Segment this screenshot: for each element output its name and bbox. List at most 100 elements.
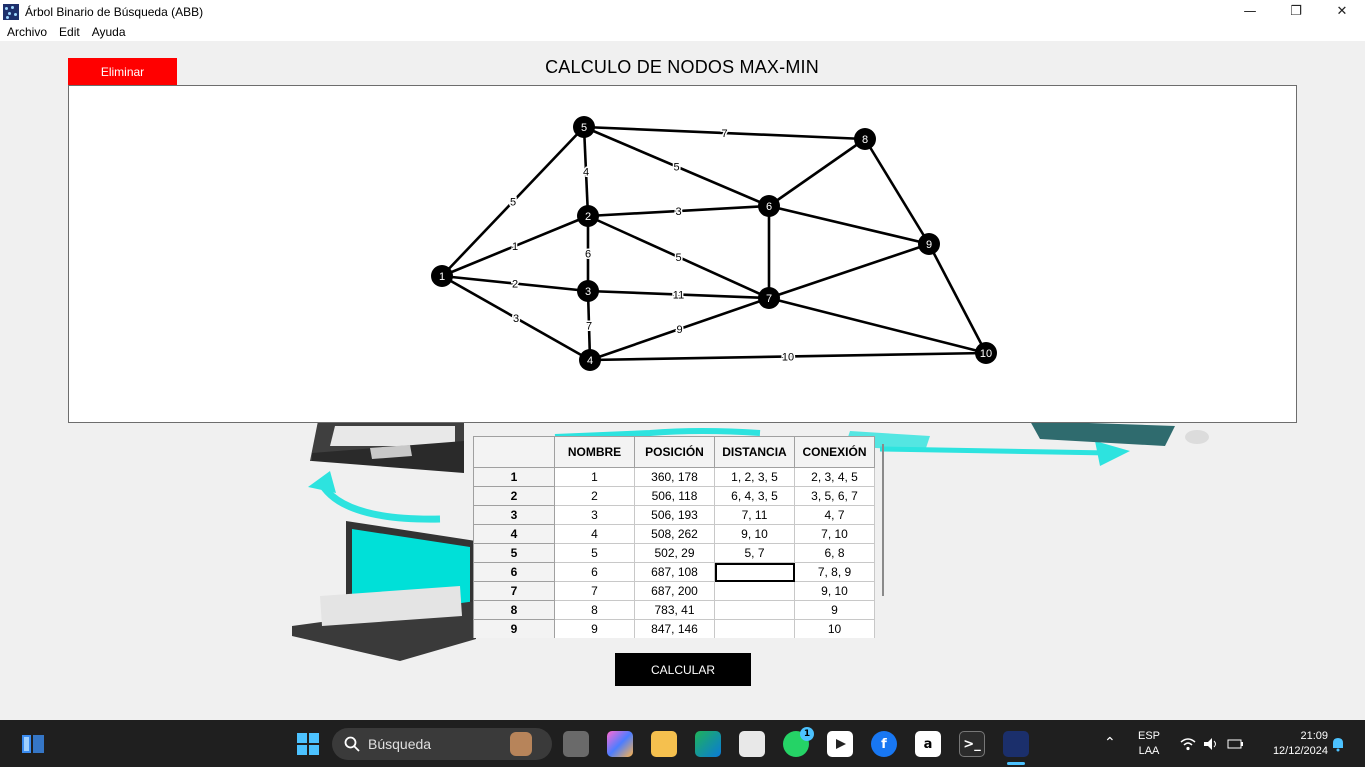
close-button[interactable]: ✕: [1319, 0, 1365, 23]
cell-nombre[interactable]: 4: [554, 524, 635, 544]
row-header[interactable]: 4: [473, 524, 555, 544]
notification-bell-icon[interactable]: [1331, 736, 1345, 752]
col-header-nombre[interactable]: NOMBRE: [554, 436, 635, 468]
col-header-distancia[interactable]: DISTANCIA: [714, 436, 795, 468]
copilot-icon[interactable]: [607, 731, 633, 757]
graph-edge: [768, 137, 866, 208]
file-explorer-icon[interactable]: [651, 731, 677, 757]
language-indicator[interactable]: ESP LAA: [1133, 729, 1165, 759]
cell-posicion[interactable]: 687, 108: [634, 562, 715, 582]
row-header[interactable]: 3: [473, 505, 555, 525]
table-row[interactable]: 4 4 508, 262 9, 10 7, 10: [473, 524, 875, 544]
table-row[interactable]: 7 7 687, 200 9, 10: [473, 581, 875, 601]
table-row[interactable]: 1 1 360, 178 1, 2, 3, 5 2, 3, 4, 5: [473, 467, 875, 487]
menu-ayuda[interactable]: Ayuda: [86, 25, 132, 39]
cell-distancia[interactable]: [714, 600, 795, 620]
col-header-conexion[interactable]: CONEXIÓN: [794, 436, 875, 468]
volume-icon[interactable]: [1203, 737, 1219, 751]
whatsapp-icon[interactable]: 1: [783, 727, 814, 757]
cell-conexion[interactable]: 2, 3, 4, 5: [794, 467, 875, 487]
cell-distancia[interactable]: [714, 619, 795, 638]
menu-edit[interactable]: Edit: [53, 25, 86, 39]
cell-distancia[interactable]: 6, 4, 3, 5: [714, 486, 795, 506]
cell-nombre[interactable]: 6: [554, 562, 635, 582]
task-view-icon[interactable]: [563, 731, 589, 757]
cell-conexion[interactable]: 9, 10: [794, 581, 875, 601]
cell-conexion[interactable]: 7, 8, 9: [794, 562, 875, 582]
maximize-button[interactable]: ❐: [1273, 0, 1319, 23]
table-row[interactable]: 8 8 783, 41 9: [473, 600, 875, 620]
edge-weight-label: 7: [721, 128, 727, 140]
row-header[interactable]: 5: [473, 543, 555, 563]
menu-archivo[interactable]: Archivo: [1, 25, 53, 39]
nodes-table[interactable]: NOMBRE POSICIÓN DISTANCIA CONEXIÓN 1 1 3…: [473, 436, 875, 638]
cell-posicion[interactable]: 360, 178: [634, 467, 715, 487]
cell-nombre[interactable]: 7: [554, 581, 635, 601]
terminal-icon[interactable]: >_: [959, 731, 985, 757]
row-header[interactable]: 6: [473, 562, 555, 582]
search-icon: [344, 736, 360, 752]
cell-nombre[interactable]: 8: [554, 600, 635, 620]
table-row[interactable]: 2 2 506, 118 6, 4, 3, 5 3, 5, 6, 7: [473, 486, 875, 506]
table-row[interactable]: 9 9 847, 146 10: [473, 619, 875, 638]
cell-conexion[interactable]: 6, 8: [794, 543, 875, 563]
cell-posicion[interactable]: 847, 146: [634, 619, 715, 638]
cell-conexion[interactable]: 9: [794, 600, 875, 620]
cell-posicion[interactable]: 508, 262: [634, 524, 715, 544]
cell-nombre[interactable]: 5: [554, 543, 635, 563]
cell-conexion[interactable]: 4, 7: [794, 505, 875, 525]
edge-weight-label: 3: [675, 206, 681, 218]
cell-conexion[interactable]: 7, 10: [794, 524, 875, 544]
graph-node-label: 10: [980, 348, 992, 360]
graph-canvas[interactable]: 5 1 2 3 4 5 7 6 3 5 7 11 9 10 1 2 3 4 5 6 7 8 9 10: [68, 85, 1297, 423]
wifi-icon[interactable]: [1180, 737, 1196, 751]
taskbar: Búsqueda 1 f a >_ ⌃ ESP LAA 21:09 12/12/…: [0, 720, 1365, 767]
facebook-icon[interactable]: f: [871, 731, 897, 757]
cell-nombre[interactable]: 1: [554, 467, 635, 487]
delete-button[interactable]: Eliminar: [68, 58, 177, 85]
table-scrollbar[interactable]: [882, 444, 884, 596]
edge-icon[interactable]: [695, 731, 721, 757]
cell-posicion[interactable]: 687, 200: [634, 581, 715, 601]
table-row[interactable]: 3 3 506, 193 7, 11 4, 7: [473, 505, 875, 525]
cell-posicion[interactable]: 506, 118: [634, 486, 715, 506]
table-row[interactable]: 5 5 502, 29 5, 7 6, 8: [473, 543, 875, 563]
row-header[interactable]: 7: [473, 581, 555, 601]
search-input[interactable]: Búsqueda: [332, 728, 552, 760]
clock[interactable]: 21:09 12/12/2024: [1256, 729, 1328, 759]
row-header[interactable]: 8: [473, 600, 555, 620]
col-header-posicion[interactable]: POSICIÓN: [634, 436, 715, 468]
youtube-icon[interactable]: [827, 731, 853, 757]
cell-conexion[interactable]: 10: [794, 619, 875, 638]
cell-posicion[interactable]: 783, 41: [634, 600, 715, 620]
cell-nombre[interactable]: 2: [554, 486, 635, 506]
graph-svg[interactable]: 5 1 2 3 4 5 7 6 3 5 7 11 9 10 1 2 3 4 5 6 7 8 9 10: [69, 86, 1296, 422]
cell-conexion[interactable]: 3, 5, 6, 7: [794, 486, 875, 506]
store-icon[interactable]: [739, 731, 765, 757]
start-icon[interactable]: [295, 731, 321, 757]
graph-edge: [927, 243, 988, 354]
row-header[interactable]: 2: [473, 486, 555, 506]
battery-icon[interactable]: [1227, 737, 1245, 751]
cell-distancia[interactable]: 1, 2, 3, 5: [714, 467, 795, 487]
amazon-icon[interactable]: a: [915, 731, 941, 757]
table-row[interactable]: 6 6 687, 108 7, 8, 9: [473, 562, 875, 582]
cell-posicion[interactable]: 506, 193: [634, 505, 715, 525]
minimize-button[interactable]: —: [1227, 0, 1273, 23]
row-header[interactable]: 1: [473, 467, 555, 487]
chevron-up-icon[interactable]: ⌃: [1104, 735, 1116, 750]
cell-distancia[interactable]: 7, 11: [714, 505, 795, 525]
calculate-button[interactable]: CALCULAR: [615, 653, 751, 686]
cell-posicion[interactable]: 502, 29: [634, 543, 715, 563]
cell-distancia-editing[interactable]: [714, 562, 795, 582]
widgets-icon[interactable]: [20, 731, 46, 757]
java-app-icon[interactable]: [1003, 731, 1029, 757]
cell-nombre[interactable]: 3: [554, 505, 635, 525]
cell-distancia[interactable]: [714, 581, 795, 601]
cell-nombre[interactable]: 9: [554, 619, 635, 638]
cell-distancia[interactable]: 5, 7: [714, 543, 795, 563]
search-placeholder: Búsqueda: [368, 736, 432, 752]
row-header[interactable]: 9: [473, 619, 555, 638]
title-bar: Árbol Binario de Búsqueda (ABB) — ❐ ✕: [0, 0, 1365, 23]
cell-distancia[interactable]: 9, 10: [714, 524, 795, 544]
